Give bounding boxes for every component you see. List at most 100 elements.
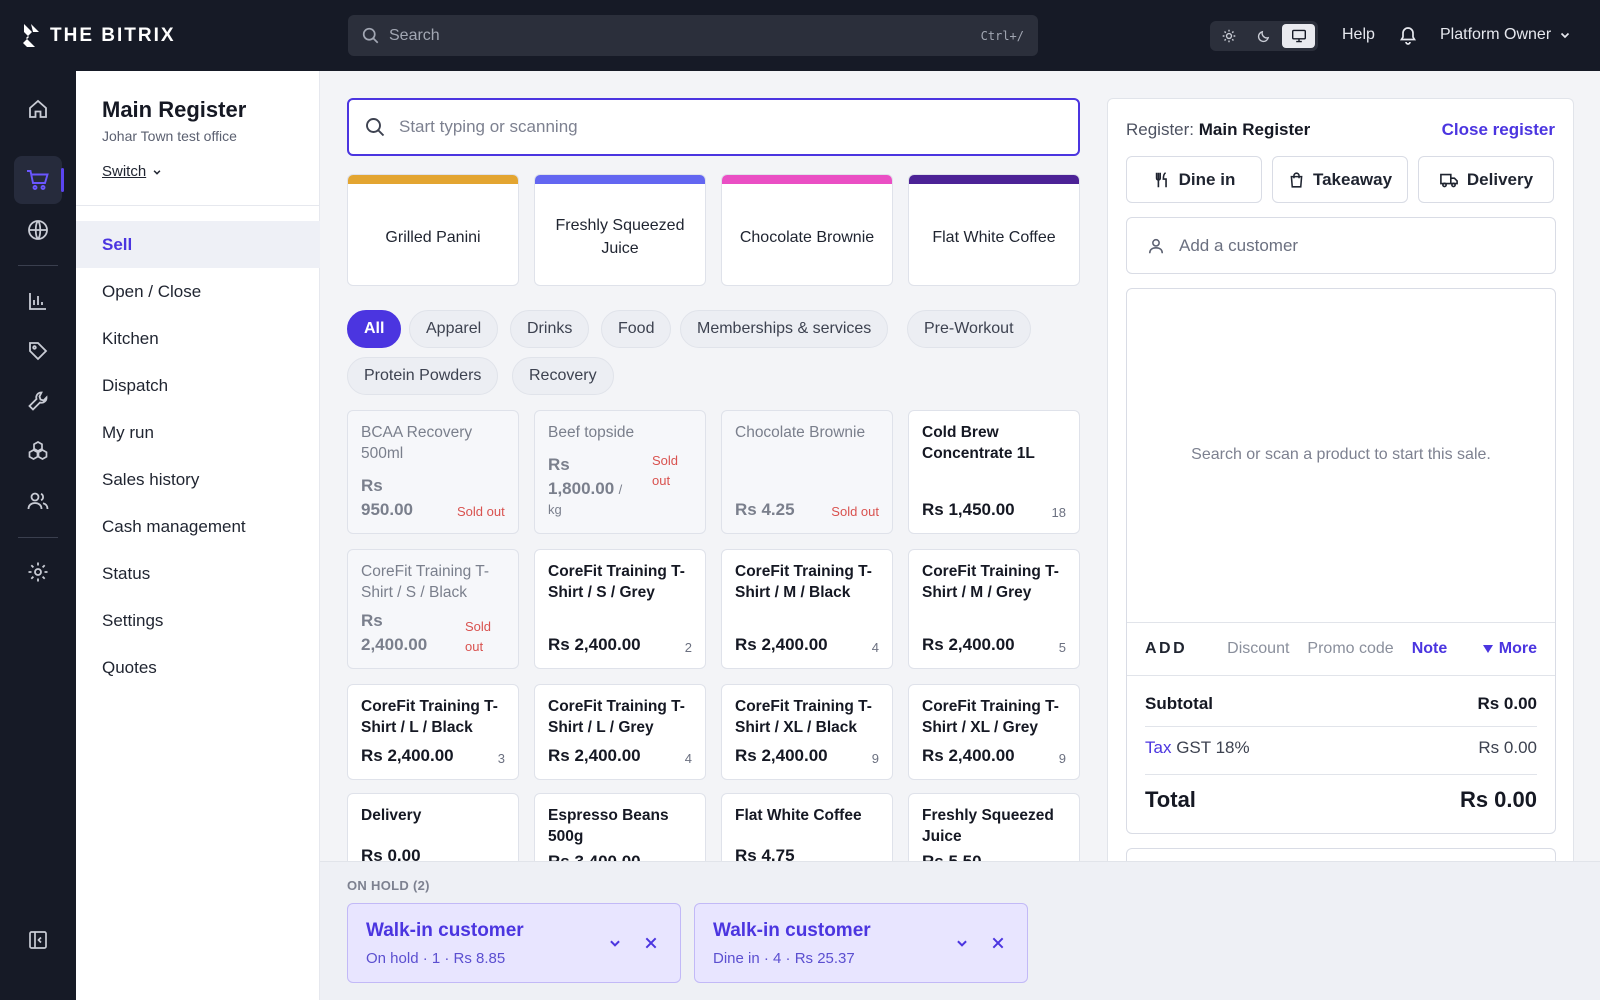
note-link[interactable]: Note [1412, 640, 1448, 658]
product-search-input[interactable]: Start typing or scanning [347, 98, 1080, 156]
nav-item-settings[interactable]: Settings [76, 597, 320, 644]
register-side-panel: Main Register Johar Town test office Swi… [76, 71, 320, 1000]
chevron-down-icon[interactable] [955, 936, 969, 950]
product-tile[interactable]: Freshly Squeezed Juice Rs 5.50 [908, 793, 1080, 861]
product-tile[interactable]: Espresso Beans 500g Rs 3,400.00 [534, 793, 706, 861]
moon-icon [1257, 29, 1271, 43]
brand-logo[interactable]: THE BITRIX [22, 21, 176, 51]
quick-key-button[interactable]: Grilled Panini [347, 174, 519, 286]
category-label: Protein Powders [364, 367, 482, 384]
delivery-button[interactable]: Delivery [1418, 156, 1554, 203]
quick-key-button[interactable]: Chocolate Brownie [721, 174, 893, 286]
product-tile[interactable]: Beef topside Rs 1,800.00 / kg Sold out [534, 410, 706, 534]
product-tile[interactable]: CoreFit Training T-Shirt / L / Grey Rs 2… [534, 684, 706, 780]
rail-reports-button[interactable] [14, 277, 62, 325]
product-tile[interactable]: CoreFit Training T-Shirt / L / Black Rs … [347, 684, 519, 780]
monitor-icon [1291, 29, 1307, 43]
nav-item-cash-management[interactable]: Cash management [76, 503, 320, 550]
nav-item-quotes[interactable]: Quotes [76, 644, 320, 691]
product-tile[interactable]: CoreFit Training T-Shirt / S / Grey Rs 2… [534, 549, 706, 669]
nav-item-dispatch[interactable]: Dispatch [76, 362, 320, 409]
system-theme-button[interactable] [1282, 24, 1316, 48]
app-rail [0, 71, 76, 1000]
nav-item-sales-history[interactable]: Sales history [76, 456, 320, 503]
nav-item-sell[interactable]: Sell [76, 221, 320, 268]
product-tile[interactable]: CoreFit Training T-Shirt / XL / Black Rs… [721, 684, 893, 780]
home-icon [27, 98, 49, 120]
product-tile[interactable]: BCAA Recovery 500ml Rs 950.00 Sold out [347, 410, 519, 534]
help-link[interactable]: Help [1342, 26, 1375, 44]
product-tile[interactable]: Flat White Coffee Rs 4.75 [721, 793, 893, 861]
held-sale-card[interactable]: Walk-in customer On hold · 1 · Rs 8.85 [347, 903, 681, 983]
rail-online-button[interactable] [14, 206, 62, 254]
category-pill-drinks[interactable]: Drinks [510, 310, 590, 348]
nav-item-label: Kitchen [102, 328, 159, 348]
quick-key-button[interactable]: Flat White Coffee [908, 174, 1080, 286]
category-pill-protein-powders[interactable]: Protein Powders [347, 357, 499, 395]
rail-home-button[interactable] [14, 85, 62, 133]
light-theme-button[interactable] [1213, 24, 1246, 48]
quick-key-label: Grilled Panini [385, 228, 481, 246]
global-search-input[interactable]: Search Ctrl+/ [348, 15, 1038, 56]
rail-tools-button[interactable] [14, 377, 62, 425]
notifications-bell-icon[interactable] [1398, 25, 1418, 45]
nav-item-my-run[interactable]: My run [76, 409, 320, 456]
nav-item-status[interactable]: Status [76, 550, 320, 597]
nav-item-open-close[interactable]: Open / Close [76, 268, 320, 315]
promo-code-link[interactable]: Promo code [1307, 640, 1393, 658]
rail-catalog-button[interactable] [14, 327, 62, 375]
product-tile[interactable]: Chocolate Brownie Rs 4.25 Sold out [721, 410, 893, 534]
category-pill-all[interactable]: All [347, 310, 402, 348]
category-label: Food [618, 320, 655, 337]
quick-key-color-bar [348, 175, 518, 184]
takeaway-button[interactable]: Takeaway [1272, 156, 1408, 203]
tax-link[interactable]: Tax [1145, 738, 1171, 757]
switch-label: Switch [102, 163, 147, 180]
close-icon[interactable] [644, 936, 658, 950]
register-title: Main Register [102, 97, 247, 122]
chevron-down-icon[interactable] [608, 936, 622, 950]
on-hold-title: ON HOLD (2) [347, 878, 430, 893]
product-tile[interactable]: CoreFit Training T-Shirt / M / Grey Rs 2… [908, 549, 1080, 669]
quick-key-button[interactable]: Freshly Squeezed Juice [534, 174, 706, 286]
held-sale-card[interactable]: Walk-in customer Dine in · 4 · Rs 25.37 [694, 903, 1028, 983]
dine-in-button[interactable]: Dine in [1126, 156, 1262, 203]
more-options-button[interactable]: More [1482, 640, 1537, 658]
user-menu[interactable]: Platform Owner [1440, 26, 1571, 44]
category-pill-pre-workout[interactable]: Pre-Workout [907, 310, 1031, 348]
shopping-bag-icon [1288, 171, 1305, 189]
product-tile[interactable]: CoreFit Training T-Shirt / M / Black Rs … [721, 549, 893, 669]
rail-customers-button[interactable] [14, 477, 62, 525]
product-price: Rs 4.75 [735, 846, 795, 861]
nav-item-label: Sales history [102, 469, 200, 489]
product-tile[interactable]: Delivery Rs 0.00 [347, 793, 519, 861]
product-tile[interactable]: Cold Brew Concentrate 1L Rs 1,450.00 18 [908, 410, 1080, 534]
product-grid: BCAA Recovery 500ml Rs 950.00 Sold out B… [320, 400, 1100, 861]
register-location: Johar Town test office [102, 128, 237, 144]
product-price: Rs 0.00 [361, 846, 421, 861]
discount-link[interactable]: Discount [1227, 640, 1289, 658]
product-tile[interactable]: CoreFit Training T-Shirt / S / Black Rs … [347, 549, 519, 669]
add-customer-field[interactable]: Add a customer [1126, 217, 1556, 274]
tag-icon [27, 340, 49, 362]
rail-collapse-button[interactable] [14, 916, 62, 964]
nav-item-kitchen[interactable]: Kitchen [76, 315, 320, 362]
category-pill-recovery[interactable]: Recovery [512, 357, 614, 395]
close-register-link[interactable]: Close register [1442, 120, 1555, 140]
rail-divider [18, 265, 58, 266]
rail-sell-button[interactable] [14, 156, 64, 204]
category-pill-food[interactable]: Food [601, 310, 672, 348]
rail-inventory-button[interactable] [14, 427, 62, 475]
rail-settings-button[interactable] [14, 548, 62, 596]
top-bar: THE BITRIX Search Ctrl+/ Help Platform O… [0, 0, 1600, 71]
category-pill-apparel[interactable]: Apparel [409, 310, 499, 348]
product-price: Rs 2,400.00 [735, 635, 828, 654]
user-name: Platform Owner [1440, 26, 1552, 43]
product-tile[interactable]: CoreFit Training T-Shirt / XL / Grey Rs … [908, 684, 1080, 780]
category-pill-memberships[interactable]: Memberships & services [680, 310, 889, 348]
nav-item-label: Open / Close [102, 281, 202, 301]
stock-count: 9 [1058, 751, 1066, 766]
dark-theme-button[interactable] [1248, 24, 1281, 48]
switch-register-button[interactable]: Switch [102, 163, 162, 180]
close-icon[interactable] [991, 936, 1005, 950]
